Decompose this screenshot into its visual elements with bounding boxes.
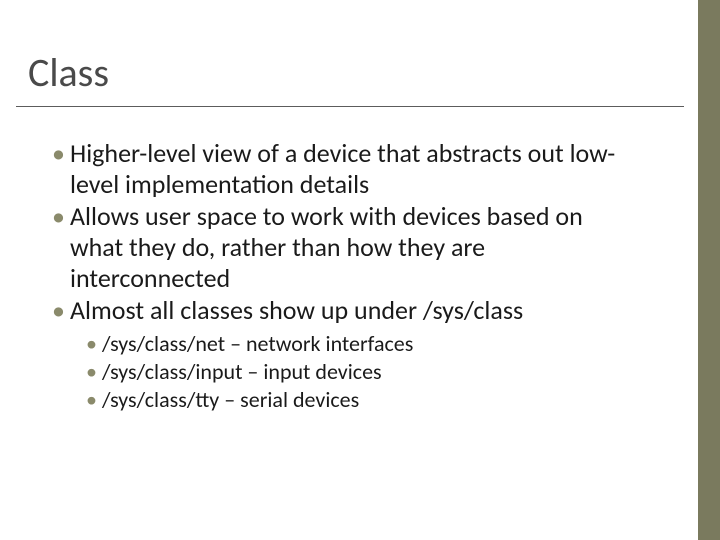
bullet-level1: • Almost all classes show up under /sys/… [52,295,622,326]
slide-title: Class [28,48,109,97]
bullet-level2: • /sys/class/input – input devices [86,358,622,386]
sub-bullet-group: • /sys/class/net – network interfaces • … [52,330,622,414]
bullet-text: /sys/class/tty – serial devices [102,386,359,413]
bullet-icon: • [86,386,97,414]
bullet-text: /sys/class/input – input devices [102,358,382,385]
bullet-icon: • [86,358,97,386]
bullet-text: Allows user space to work with devices b… [70,200,583,293]
title-underline [16,106,684,107]
side-accent-band [698,0,720,540]
bullet-level2: • /sys/class/net – network interfaces [86,330,622,358]
bullet-text: /sys/class/net – network interfaces [102,330,413,357]
bullet-icon: • [52,138,65,169]
bullet-level1: • Higher-level view of a device that abs… [52,138,622,199]
slide-body: • Higher-level view of a device that abs… [52,138,622,415]
bullet-level2: • /sys/class/tty – serial devices [86,386,622,414]
bullet-icon: • [52,295,65,326]
bullet-text: Higher-level view of a device that abstr… [70,137,615,200]
bullet-icon: • [52,201,65,232]
bullet-icon: • [86,330,97,358]
bullet-text: Almost all classes show up under /sys/cl… [70,294,523,326]
bullet-level1: • Allows user space to work with devices… [52,201,622,293]
